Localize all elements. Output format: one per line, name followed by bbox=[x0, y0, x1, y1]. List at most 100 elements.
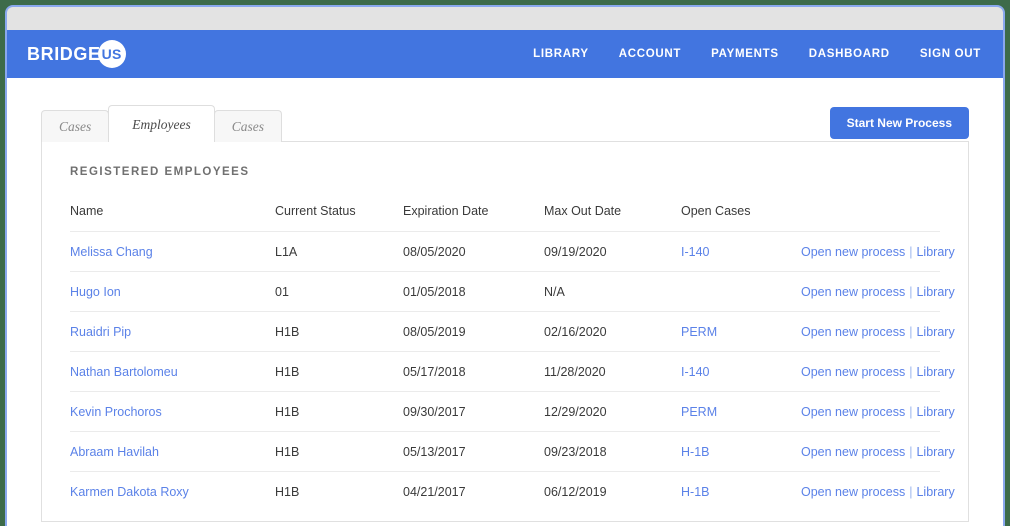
brand-logo[interactable]: BRIDGE US bbox=[27, 30, 126, 78]
employee-name-link[interactable]: Karmen Dakota Roxy bbox=[70, 485, 189, 499]
open-cases-cell: PERM bbox=[681, 391, 801, 432]
employee-name-link[interactable]: Melissa Chang bbox=[70, 245, 153, 259]
open-cases-cell: H-1B bbox=[681, 472, 801, 512]
employee-name-link[interactable]: Nathan Bartolomeu bbox=[70, 365, 178, 379]
current-status-cell: H1B bbox=[275, 351, 403, 392]
employee-name-cell: Melissa Chang bbox=[70, 231, 275, 272]
brand-badge-icon: US bbox=[97, 40, 126, 68]
max-out-date-cell: 12/29/2020 bbox=[544, 391, 681, 432]
action-separator: | bbox=[909, 445, 913, 459]
expiration-date-cell: 05/13/2017 bbox=[403, 431, 544, 472]
table-header-row: Name Current Status Expiration Date Max … bbox=[70, 204, 940, 232]
app-header: BRIDGE US LIBRARY ACCOUNT PAYMENTS DASHB… bbox=[7, 30, 1003, 78]
nav-link-sign-out[interactable]: SIGN OUT bbox=[920, 48, 981, 60]
start-new-process-button[interactable]: Start New Process bbox=[829, 107, 969, 139]
row-actions-cell: Open new process | Library bbox=[801, 231, 955, 272]
row-actions-cell: Open new process | Library bbox=[801, 311, 955, 352]
max-out-date-cell: N/A bbox=[544, 271, 681, 312]
tab-cases-1[interactable]: Cases bbox=[41, 110, 110, 142]
open-cases-cell bbox=[681, 271, 801, 312]
nav-link-library[interactable]: LIBRARY bbox=[533, 48, 589, 60]
library-link[interactable]: Library bbox=[916, 285, 954, 299]
open-new-process-link[interactable]: Open new process bbox=[801, 485, 905, 499]
table-row: Ruaidri Pip H1B 08/05/2019 02/16/2020 PERM Op… bbox=[70, 311, 955, 352]
employees-table: Name Current Status Expiration Date Max … bbox=[70, 204, 955, 512]
open-new-process-link[interactable]: Open new process bbox=[801, 325, 905, 339]
tabs-row: Cases Employees Cases Start New Process bbox=[41, 104, 969, 142]
library-link[interactable]: Library bbox=[916, 365, 954, 379]
column-header-expiration-date: Expiration Date bbox=[403, 204, 544, 232]
library-link[interactable]: Library bbox=[916, 325, 954, 339]
open-case-link[interactable]: I-140 bbox=[681, 365, 710, 379]
expiration-date-cell: 08/05/2020 bbox=[403, 231, 544, 272]
main-nav: LIBRARY ACCOUNT PAYMENTS DASHBOARD SIGN … bbox=[533, 48, 981, 60]
action-separator: | bbox=[909, 405, 913, 419]
page-content: Cases Employees Cases Start New Process … bbox=[7, 78, 1003, 522]
employee-name-link[interactable]: Abraam Havilah bbox=[70, 445, 159, 459]
expiration-date-cell: 04/21/2017 bbox=[403, 485, 466, 499]
column-header-current-status: Current Status bbox=[275, 204, 403, 232]
open-case-link[interactable]: I-140 bbox=[681, 245, 710, 259]
max-out-date-cell: 09/19/2020 bbox=[544, 231, 681, 272]
expiration-date-cell: 09/30/2017 bbox=[403, 391, 544, 432]
current-status-cell: H1B bbox=[275, 485, 300, 499]
row-actions-cell: Open new process | Library bbox=[801, 271, 955, 312]
library-link[interactable]: Library bbox=[916, 405, 954, 419]
employee-name-link[interactable]: Hugo Ion bbox=[70, 285, 121, 299]
registered-employees-card: REGISTERED EMPLOYEES Name Current Status… bbox=[41, 141, 969, 522]
browser-title-bar[interactable] bbox=[7, 7, 1003, 30]
action-separator: | bbox=[909, 245, 913, 259]
open-new-process-link[interactable]: Open new process bbox=[801, 245, 905, 259]
open-case-link[interactable]: PERM bbox=[681, 405, 717, 419]
current-status-cell: L1A bbox=[275, 231, 403, 272]
nav-link-account[interactable]: ACCOUNT bbox=[619, 48, 681, 60]
card-title: REGISTERED EMPLOYEES bbox=[70, 166, 250, 178]
column-header-open-cases: Open Cases bbox=[681, 204, 801, 232]
brand-wordmark: BRIDGE bbox=[27, 43, 101, 64]
table-row: Kevin Prochoros H1B 09/30/2017 12/29/2020 PE… bbox=[70, 391, 955, 432]
tab-cases-2[interactable]: Cases bbox=[213, 110, 283, 142]
open-new-process-link[interactable]: Open new process bbox=[801, 365, 905, 379]
open-cases-cell: I-140 bbox=[681, 231, 801, 272]
employee-name-cell: Nathan Bartolomeu bbox=[70, 351, 275, 392]
table-body: Melissa Chang L1A 08/05/2020 09/19/2020 I-14… bbox=[70, 231, 955, 512]
column-header-name: Name bbox=[70, 204, 275, 232]
table-header: Name Current Status Expiration Date Max … bbox=[70, 204, 940, 232]
table-row: Abraam Havilah H1B 05/13/2017 09/23/2018 H-1… bbox=[70, 431, 955, 472]
action-separator: | bbox=[909, 365, 913, 379]
open-cases-cell: I-140 bbox=[681, 351, 801, 392]
max-out-date-cell: 02/16/2020 bbox=[544, 311, 681, 352]
column-header-max-out-date: Max Out Date bbox=[544, 204, 681, 232]
employee-name-cell: Ruaidri Pip bbox=[70, 311, 275, 352]
library-link[interactable]: Library bbox=[916, 245, 954, 259]
row-actions-cell: Open new process | Library bbox=[801, 472, 955, 512]
open-new-process-link[interactable]: Open new process bbox=[801, 285, 905, 299]
open-case-link[interactable]: H-1B bbox=[681, 445, 709, 459]
employee-name-link[interactable]: Ruaidri Pip bbox=[70, 325, 131, 339]
employee-name-link[interactable]: Kevin Prochoros bbox=[70, 405, 162, 419]
open-case-link[interactable]: H-1B bbox=[681, 485, 709, 499]
tab-employees[interactable]: Employees bbox=[108, 105, 215, 142]
max-out-date-cell: 11/28/2020 bbox=[544, 351, 681, 392]
employee-name-cell: Karmen Dakota Roxy bbox=[70, 472, 275, 512]
open-cases-cell: H-1B bbox=[681, 431, 801, 472]
row-actions-cell: Open new process | Library bbox=[801, 391, 955, 432]
open-case-link[interactable]: PERM bbox=[681, 325, 717, 339]
nav-link-dashboard[interactable]: DASHBOARD bbox=[809, 48, 890, 60]
employee-name-cell: Kevin Prochoros bbox=[70, 391, 275, 432]
library-link[interactable]: Library bbox=[916, 485, 954, 499]
open-new-process-link[interactable]: Open new process bbox=[801, 405, 905, 419]
action-separator: | bbox=[909, 325, 913, 339]
row-actions-cell: Open new process | Library bbox=[801, 431, 955, 472]
max-out-date-cell: 06/12/2019 bbox=[544, 485, 607, 499]
open-new-process-link[interactable]: Open new process bbox=[801, 445, 905, 459]
employee-name-cell: Hugo Ion bbox=[70, 271, 275, 312]
library-link[interactable]: Library bbox=[916, 445, 954, 459]
current-status-cell: H1B bbox=[275, 391, 403, 432]
nav-link-payments[interactable]: PAYMENTS bbox=[711, 48, 779, 60]
open-cases-cell: PERM bbox=[681, 311, 801, 352]
browser-window: BRIDGE US LIBRARY ACCOUNT PAYMENTS DASHB… bbox=[5, 5, 1005, 526]
tab-strip: Cases Employees Cases bbox=[41, 105, 283, 142]
current-status-cell: 01 bbox=[275, 271, 403, 312]
expiration-date-cell: 01/05/2018 bbox=[403, 271, 544, 312]
